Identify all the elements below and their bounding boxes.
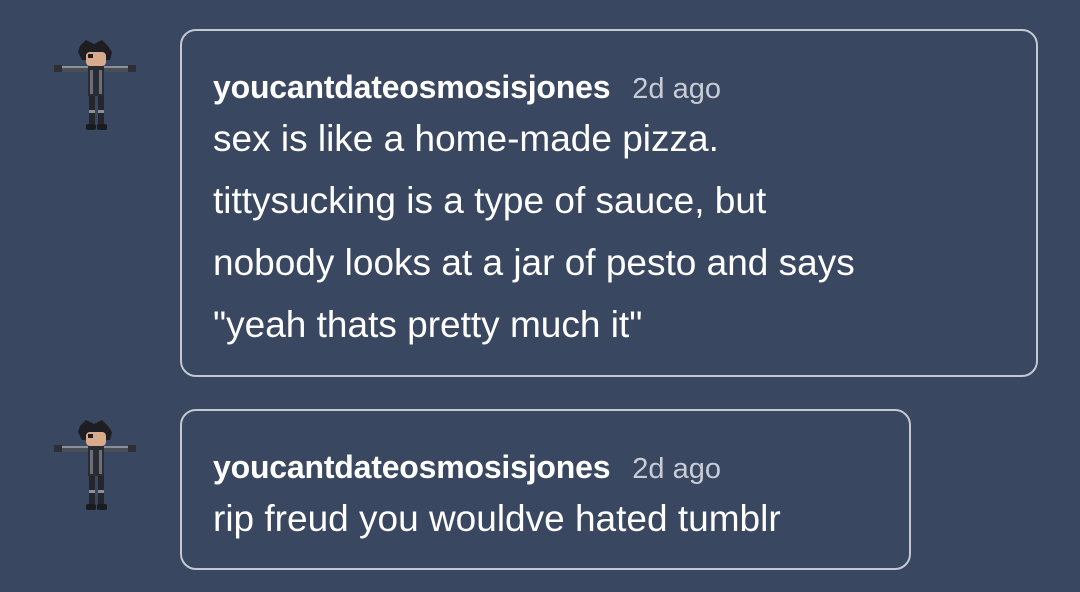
reply-text: rip freud you wouldve hated tumblr [213,488,879,550]
reply-text-line: tittysucking is a type of sauce, but [213,180,767,221]
reply-text-line: rip freud you wouldve hated tumblr [213,498,781,539]
timestamp: 2d ago [632,453,721,485]
username-link[interactable]: youcantdateosmosisjones [213,449,610,486]
reply-bubble: youcantdateosmosisjones 2d ago sex is li… [180,29,1038,377]
reply-text-line: nobody looks at a jar of pesto and says [213,242,855,283]
username-link[interactable]: youcantdateosmosisjones [213,69,610,106]
t-pose-character-avatar-icon[interactable] [52,40,138,132]
reply-text-line: "yeah thats pretty much it" [213,304,643,345]
reply-text-line: sex is like a home-made pizza. [213,118,719,159]
reply-text: sex is like a home-made pizza. tittysuck… [213,108,1006,356]
timestamp: 2d ago [632,73,721,105]
reply-header: youcantdateosmosisjones 2d ago [213,69,1006,106]
reply-bubble: youcantdateosmosisjones 2d ago rip freud… [180,409,911,570]
reply-header: youcantdateosmosisjones 2d ago [213,449,879,486]
t-pose-character-avatar-icon[interactable] [52,420,138,512]
